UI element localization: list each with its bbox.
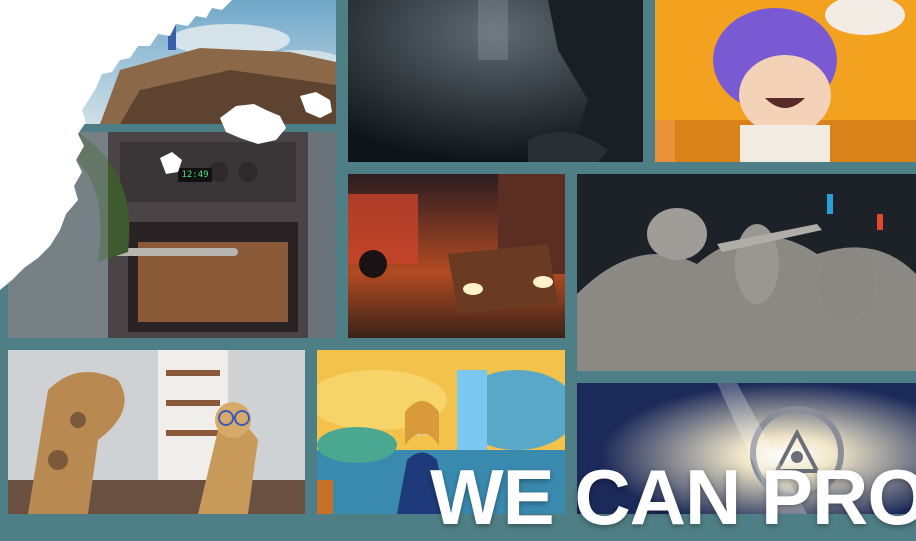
purple-hair-character-image-icon	[655, 0, 916, 162]
gallery-image-oven-creature[interactable]: 12:49	[8, 132, 336, 338]
cliff-landscape-image-icon	[80, 0, 336, 124]
oven-display: 12:49	[178, 168, 212, 182]
gallery-image-night-city[interactable]	[348, 174, 565, 338]
clay-sculpture-image-icon	[577, 174, 916, 371]
dark-cave-image-icon	[348, 0, 643, 162]
gallery-image-sculpture[interactable]	[577, 174, 916, 371]
giraffes-living-room-image-icon	[8, 350, 305, 514]
gallery-image-giraffes[interactable]	[8, 350, 305, 514]
oven-creature-image-icon	[8, 132, 336, 338]
night-city-car-image-icon	[348, 174, 565, 338]
hero-headline: WE CAN PRO	[430, 453, 916, 541]
gallery-image-purple-character[interactable]	[655, 0, 916, 162]
gallery-image-dark-cave[interactable]	[348, 0, 643, 162]
gallery-image-cliff-landscape[interactable]	[80, 0, 336, 124]
